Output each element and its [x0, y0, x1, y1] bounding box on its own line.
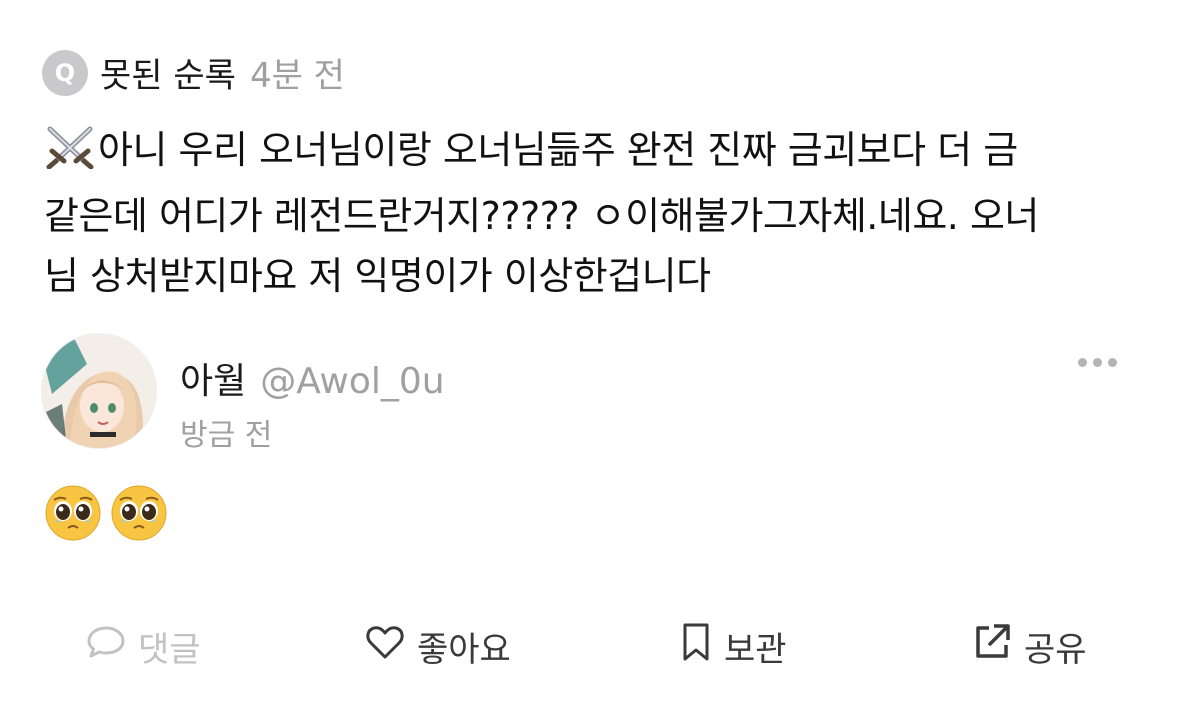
question-line-text: 같은데 어디가 레전드란거지????? ㅇ이해불가그자체.네요. 오너 — [44, 194, 1039, 238]
speech-bubble-icon — [86, 624, 126, 669]
answer-body — [44, 484, 168, 546]
like-button[interactable]: 좋아요 — [365, 622, 511, 671]
action-bar: 댓글 좋아요 보관 공유 — [0, 622, 1178, 678]
more-dot — [1093, 358, 1102, 367]
heart-icon — [365, 624, 405, 669]
share-label: 공유 — [1024, 630, 1087, 670]
question-line-text: 님 상처받지마요 저 익명이가 이상한겁니다 — [44, 254, 711, 298]
bookmark-icon — [680, 622, 712, 671]
question-header: Q 못된 순록 4분 전 — [42, 48, 345, 97]
qna-post: Q 못된 순록 4분 전 아니 우리 오너님이랑 오너님듦주 완전 진짜 금괴보… — [0, 0, 1178, 715]
question-time: 4분 전 — [249, 56, 345, 96]
comment-label: 댓글 — [138, 630, 201, 670]
question-line: 님 상처받지마요 저 익명이가 이상한겁니다 — [44, 246, 1144, 306]
question-line-text: 아니 우리 오너님이랑 오너님듦주 완전 진짜 금괴보다 더 금 — [98, 128, 1018, 172]
answer-author-name[interactable]: 아월 — [180, 352, 246, 404]
save-label: 보관 — [724, 630, 787, 670]
more-dot — [1078, 358, 1087, 367]
like-label: 좋아요 — [417, 630, 511, 670]
question-line: 같은데 어디가 레전드란거지????? ㅇ이해불가그자체.네요. 오너 — [44, 186, 1144, 246]
crossed-swords-icon — [44, 125, 96, 186]
save-button[interactable]: 보관 — [680, 622, 787, 671]
question-line: 아니 우리 오너님이랑 오너님듦주 완전 진짜 금괴보다 더 금 — [44, 120, 1144, 186]
more-dot — [1108, 358, 1117, 367]
question-body: 아니 우리 오너님이랑 오너님듦주 완전 진짜 금괴보다 더 금 같은데 어디가… — [44, 120, 1144, 306]
answer-author-handle[interactable]: @Awol_0u — [260, 361, 444, 402]
share-button[interactable]: 공유 — [972, 622, 1087, 671]
question-badge: Q — [42, 49, 88, 96]
answer-time: 방금 전 — [180, 418, 273, 453]
comment-button[interactable]: 댓글 — [86, 622, 201, 671]
question-author[interactable]: 못된 순록 — [100, 48, 236, 97]
pleading-face-icon — [44, 484, 102, 546]
more-options-icon[interactable] — [1078, 358, 1117, 367]
answer-author-row: 아월 @Awol_0u — [180, 352, 445, 404]
pleading-face-icon — [110, 484, 168, 546]
avatar[interactable] — [41, 333, 157, 449]
share-icon — [972, 622, 1012, 671]
